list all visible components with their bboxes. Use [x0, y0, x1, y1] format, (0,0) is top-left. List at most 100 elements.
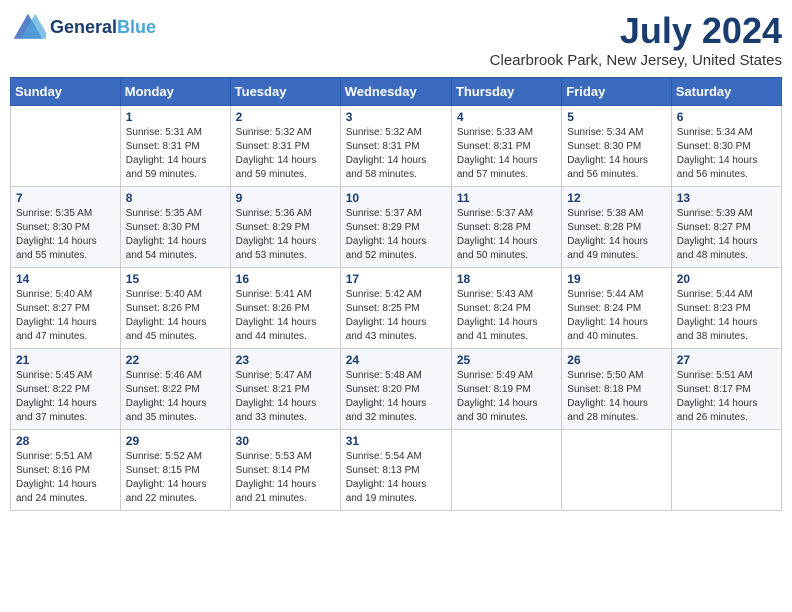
calendar-header-row: SundayMondayTuesdayWednesdayThursdayFrid… — [11, 78, 782, 106]
day-info: Sunrise: 5:45 AM Sunset: 8:22 PM Dayligh… — [16, 369, 115, 425]
calendar-cell: 7 Sunrise: 5:35 AM Sunset: 8:30 PM Daylig… — [11, 187, 121, 268]
day-info: Sunrise: 5:40 AM Sunset: 8:27 PM Dayligh… — [16, 288, 115, 344]
day-info: Sunrise: 5:37 AM Sunset: 8:29 PM Dayligh… — [346, 207, 446, 263]
calendar-week-row: 14 Sunrise: 5:40 AM Sunset: 8:27 PM Dayli… — [11, 268, 782, 349]
day-number: 29 — [126, 434, 225, 448]
calendar-cell: 12 Sunrise: 5:38 AM Sunset: 8:28 PM Dayli… — [562, 187, 671, 268]
day-info: Sunrise: 5:46 AM Sunset: 8:22 PM Dayligh… — [126, 369, 225, 425]
day-number: 11 — [457, 191, 556, 205]
calendar-week-row: 21 Sunrise: 5:45 AM Sunset: 8:22 PM Dayli… — [11, 349, 782, 430]
day-number: 16 — [236, 272, 335, 286]
day-number: 23 — [236, 353, 335, 367]
calendar-header-thursday: Thursday — [451, 78, 561, 106]
day-number: 4 — [457, 110, 556, 124]
calendar-cell: 6 Sunrise: 5:34 AM Sunset: 8:30 PM Daylig… — [671, 106, 781, 187]
calendar-week-row: 7 Sunrise: 5:35 AM Sunset: 8:30 PM Daylig… — [11, 187, 782, 268]
day-info: Sunrise: 5:47 AM Sunset: 8:21 PM Dayligh… — [236, 369, 335, 425]
day-number: 15 — [126, 272, 225, 286]
day-number: 18 — [457, 272, 556, 286]
day-number: 5 — [567, 110, 665, 124]
day-number: 6 — [677, 110, 776, 124]
day-info: Sunrise: 5:48 AM Sunset: 8:20 PM Dayligh… — [346, 369, 446, 425]
day-info: Sunrise: 5:33 AM Sunset: 8:31 PM Dayligh… — [457, 126, 556, 182]
calendar-cell: 24 Sunrise: 5:48 AM Sunset: 8:20 PM Dayli… — [340, 349, 451, 430]
calendar-week-row: 28 Sunrise: 5:51 AM Sunset: 8:16 PM Dayli… — [11, 430, 782, 511]
day-info: Sunrise: 5:32 AM Sunset: 8:31 PM Dayligh… — [236, 126, 335, 182]
day-number: 10 — [346, 191, 446, 205]
day-info: Sunrise: 5:35 AM Sunset: 8:30 PM Dayligh… — [126, 207, 225, 263]
day-number: 28 — [16, 434, 115, 448]
day-info: Sunrise: 5:38 AM Sunset: 8:28 PM Dayligh… — [567, 207, 665, 263]
calendar-cell — [451, 430, 561, 511]
calendar-cell: 18 Sunrise: 5:43 AM Sunset: 8:24 PM Dayli… — [451, 268, 561, 349]
day-number: 17 — [346, 272, 446, 286]
calendar-cell: 30 Sunrise: 5:53 AM Sunset: 8:14 PM Dayli… — [230, 430, 340, 511]
calendar-header-tuesday: Tuesday — [230, 78, 340, 106]
calendar-cell: 10 Sunrise: 5:37 AM Sunset: 8:29 PM Dayli… — [340, 187, 451, 268]
day-number: 8 — [126, 191, 225, 205]
location-title: Clearbrook Park, New Jersey, United Stat… — [490, 52, 782, 69]
calendar-cell: 14 Sunrise: 5:40 AM Sunset: 8:27 PM Dayli… — [11, 268, 121, 349]
calendar-cell: 3 Sunrise: 5:32 AM Sunset: 8:31 PM Daylig… — [340, 106, 451, 187]
calendar-cell: 17 Sunrise: 5:42 AM Sunset: 8:25 PM Dayli… — [340, 268, 451, 349]
day-number: 19 — [567, 272, 665, 286]
day-info: Sunrise: 5:44 AM Sunset: 8:23 PM Dayligh… — [677, 288, 776, 344]
day-number: 12 — [567, 191, 665, 205]
day-info: Sunrise: 5:43 AM Sunset: 8:24 PM Dayligh… — [457, 288, 556, 344]
day-number: 13 — [677, 191, 776, 205]
title-area: July 2024 Clearbrook Park, New Jersey, U… — [490, 10, 782, 69]
day-info: Sunrise: 5:35 AM Sunset: 8:30 PM Dayligh… — [16, 207, 115, 263]
day-number: 20 — [677, 272, 776, 286]
day-info: Sunrise: 5:32 AM Sunset: 8:31 PM Dayligh… — [346, 126, 446, 182]
calendar-cell: 19 Sunrise: 5:44 AM Sunset: 8:24 PM Dayli… — [562, 268, 671, 349]
calendar-cell — [11, 106, 121, 187]
calendar-cell: 16 Sunrise: 5:41 AM Sunset: 8:26 PM Dayli… — [230, 268, 340, 349]
day-info: Sunrise: 5:34 AM Sunset: 8:30 PM Dayligh… — [677, 126, 776, 182]
day-info: Sunrise: 5:54 AM Sunset: 8:13 PM Dayligh… — [346, 450, 446, 506]
day-info: Sunrise: 5:40 AM Sunset: 8:26 PM Dayligh… — [126, 288, 225, 344]
day-number: 14 — [16, 272, 115, 286]
day-number: 3 — [346, 110, 446, 124]
calendar-cell — [562, 430, 671, 511]
calendar-cell — [671, 430, 781, 511]
logo-icon — [10, 10, 46, 46]
logo-line1: GeneralBlue — [50, 18, 156, 38]
page-header: GeneralBlue July 2024 Clearbrook Park, N… — [10, 10, 782, 69]
calendar-cell: 31Sunrise: 5:54 AM Sunset: 8:13 PM Dayli… — [340, 430, 451, 511]
day-info: Sunrise: 5:53 AM Sunset: 8:14 PM Dayligh… — [236, 450, 335, 506]
month-title: July 2024 — [490, 10, 782, 52]
logo: GeneralBlue — [10, 10, 156, 46]
day-info: Sunrise: 5:41 AM Sunset: 8:26 PM Dayligh… — [236, 288, 335, 344]
day-number: 7 — [16, 191, 115, 205]
day-info: Sunrise: 5:36 AM Sunset: 8:29 PM Dayligh… — [236, 207, 335, 263]
calendar-header-wednesday: Wednesday — [340, 78, 451, 106]
calendar-cell: 4 Sunrise: 5:33 AM Sunset: 8:31 PM Daylig… — [451, 106, 561, 187]
day-info: Sunrise: 5:39 AM Sunset: 8:27 PM Dayligh… — [677, 207, 776, 263]
calendar-cell: 23 Sunrise: 5:47 AM Sunset: 8:21 PM Dayli… — [230, 349, 340, 430]
calendar-cell: 22Sunrise: 5:46 AM Sunset: 8:22 PM Dayli… — [120, 349, 230, 430]
calendar-cell: 2 Sunrise: 5:32 AM Sunset: 8:31 PM Daylig… — [230, 106, 340, 187]
calendar-cell: 15 Sunrise: 5:40 AM Sunset: 8:26 PM Dayli… — [120, 268, 230, 349]
calendar-header-friday: Friday — [562, 78, 671, 106]
calendar-table: SundayMondayTuesdayWednesdayThursdayFrid… — [10, 77, 782, 511]
calendar-cell: 20 Sunrise: 5:44 AM Sunset: 8:23 PM Dayli… — [671, 268, 781, 349]
day-info: Sunrise: 5:51 AM Sunset: 8:16 PM Dayligh… — [16, 450, 115, 506]
calendar-cell: 8 Sunrise: 5:35 AM Sunset: 8:30 PM Daylig… — [120, 187, 230, 268]
calendar-cell: 11Sunrise: 5:37 AM Sunset: 8:28 PM Dayli… — [451, 187, 561, 268]
day-number: 30 — [236, 434, 335, 448]
day-info: Sunrise: 5:31 AM Sunset: 8:31 PM Dayligh… — [126, 126, 225, 182]
day-info: Sunrise: 5:34 AM Sunset: 8:30 PM Dayligh… — [567, 126, 665, 182]
day-number: 25 — [457, 353, 556, 367]
day-number: 24 — [346, 353, 446, 367]
calendar-cell: 28 Sunrise: 5:51 AM Sunset: 8:16 PM Dayli… — [11, 430, 121, 511]
calendar-cell: 25 Sunrise: 5:49 AM Sunset: 8:19 PM Dayli… — [451, 349, 561, 430]
calendar-cell: 26Sunrise: 5:50 AM Sunset: 8:18 PM Dayli… — [562, 349, 671, 430]
calendar-cell: 27Sunrise: 5:51 AM Sunset: 8:17 PM Dayli… — [671, 349, 781, 430]
calendar-header-monday: Monday — [120, 78, 230, 106]
day-info: Sunrise: 5:49 AM Sunset: 8:19 PM Dayligh… — [457, 369, 556, 425]
day-info: Sunrise: 5:42 AM Sunset: 8:25 PM Dayligh… — [346, 288, 446, 344]
day-number: 21 — [16, 353, 115, 367]
day-number: 2 — [236, 110, 335, 124]
day-info: Sunrise: 5:51 AM Sunset: 8:17 PM Dayligh… — [677, 369, 776, 425]
day-info: Sunrise: 5:44 AM Sunset: 8:24 PM Dayligh… — [567, 288, 665, 344]
